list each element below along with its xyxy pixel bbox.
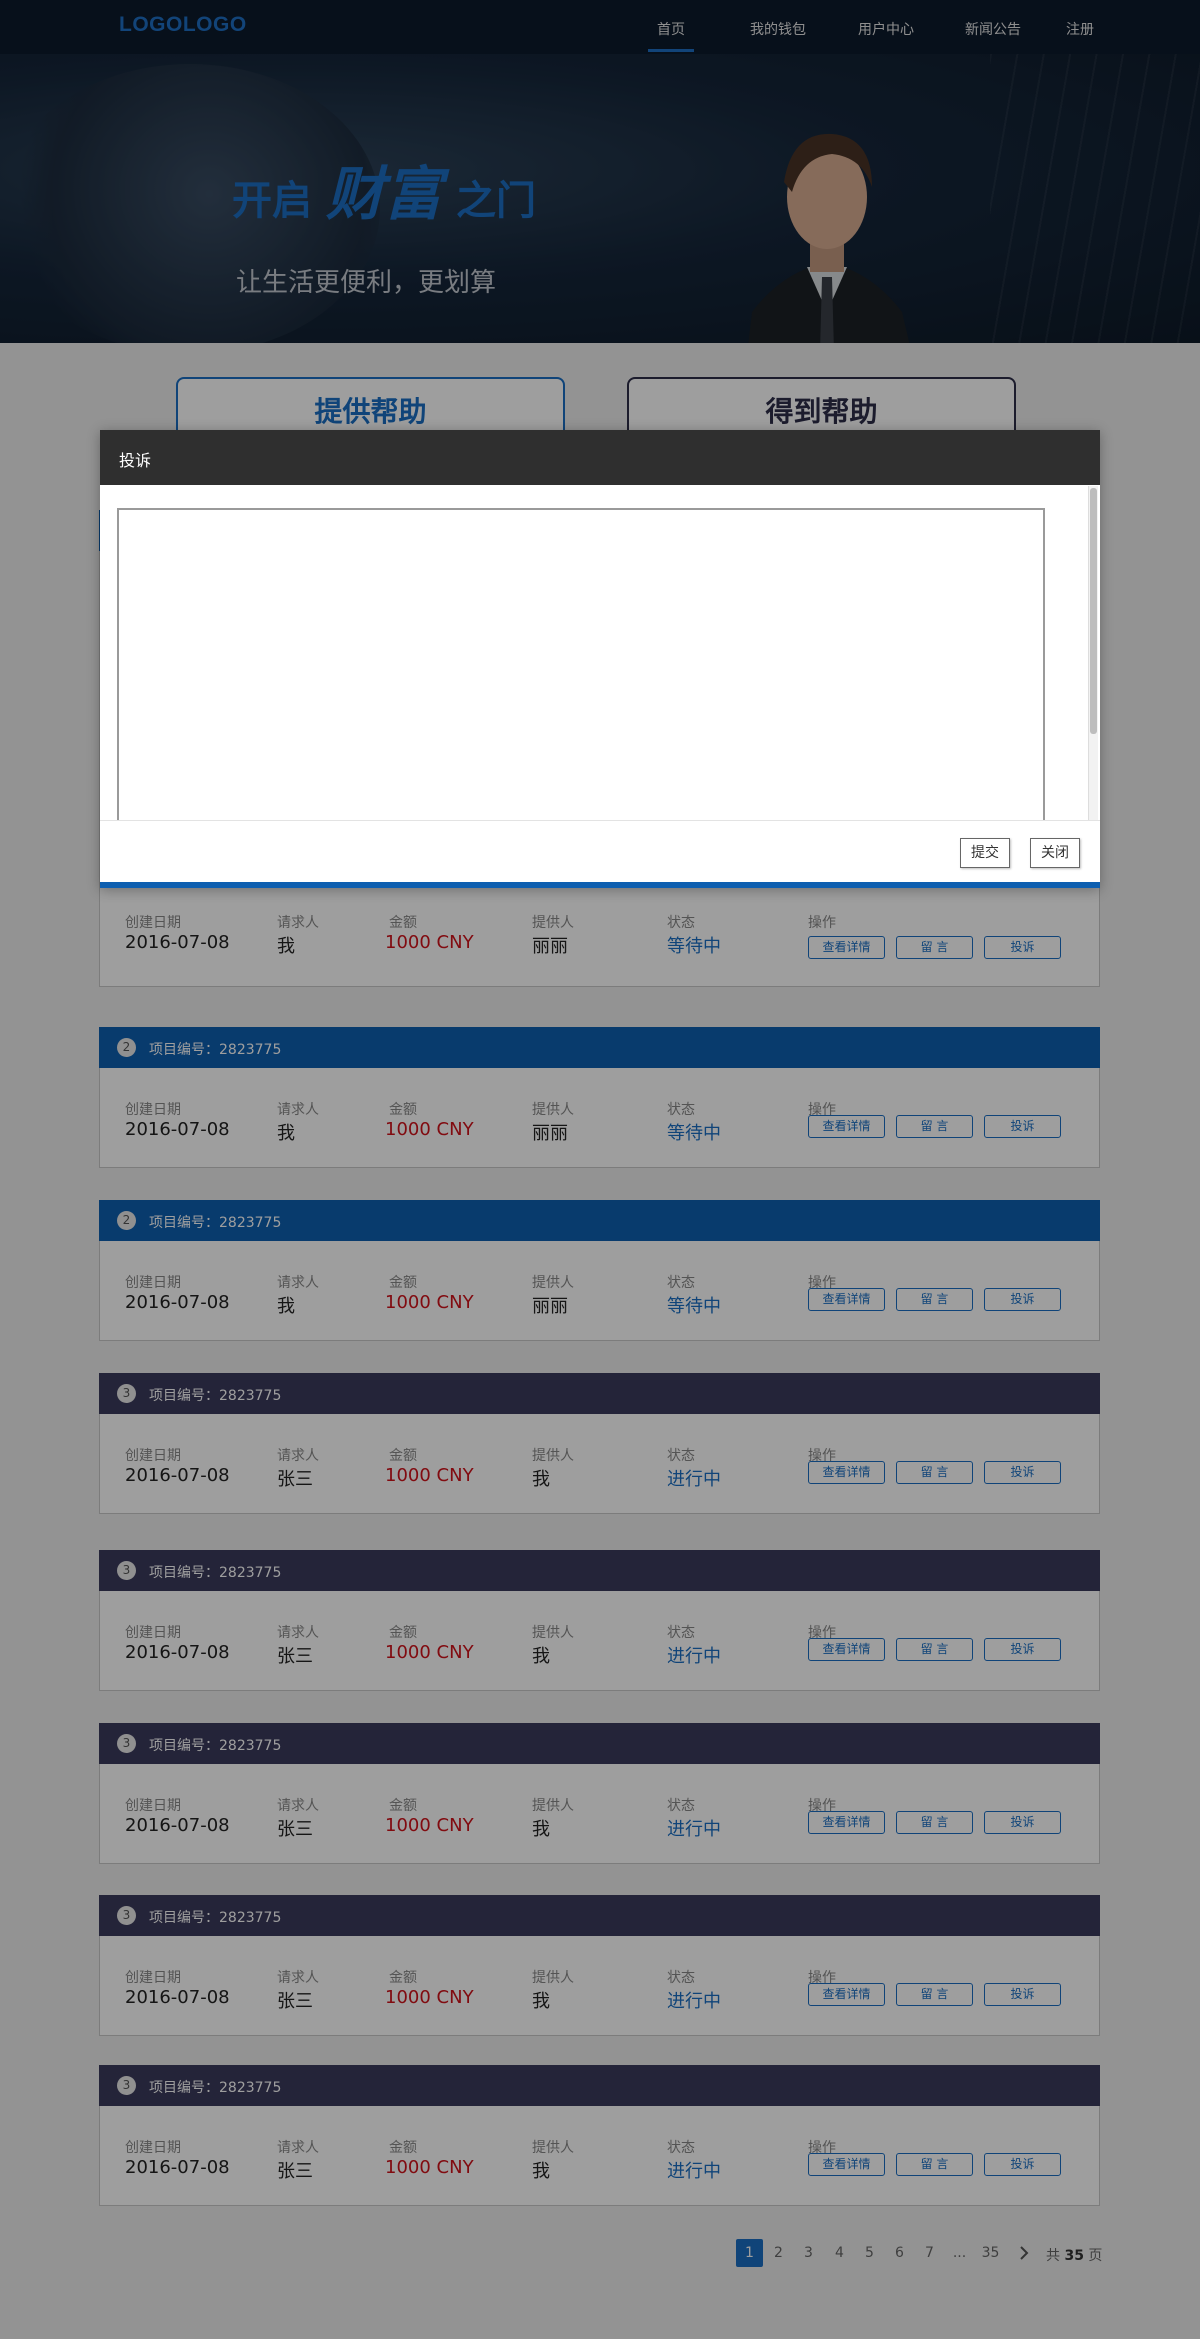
modal-bottom-accent [100, 882, 1100, 888]
submit-button[interactable]: 提交 [960, 838, 1010, 868]
modal-overlay[interactable] [0, 0, 1200, 2339]
modal-scrollbar-thumb[interactable] [1090, 488, 1097, 734]
close-button[interactable]: 关闭 [1030, 838, 1080, 868]
complaint-modal: 投诉 提交 关闭 [100, 430, 1100, 888]
modal-scrollbar[interactable] [1088, 486, 1098, 820]
modal-footer: 提交 关闭 [100, 820, 1100, 884]
modal-title: 投诉 [119, 451, 152, 470]
modal-header: 投诉 [100, 430, 1100, 485]
complaint-textarea[interactable] [117, 508, 1045, 820]
